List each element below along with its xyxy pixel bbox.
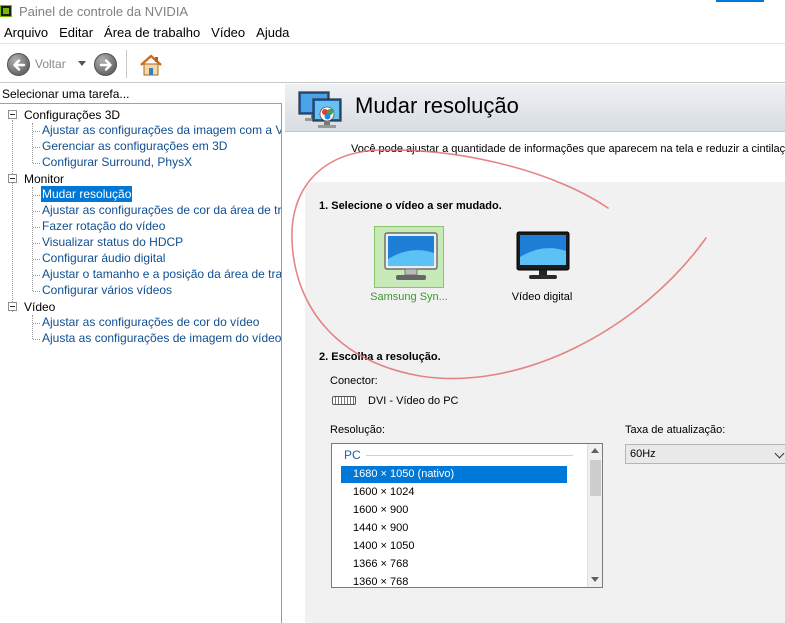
menu-arquivo[interactable]: Arquivo [0, 22, 55, 42]
scroll-down-icon[interactable] [591, 577, 599, 582]
menu-ajuda[interactable]: Ajuda [252, 22, 296, 42]
content-pane: Mudar resolução Você pode ajustar a quan… [285, 84, 785, 623]
scroll-thumb[interactable] [590, 460, 601, 496]
dvi-connector-icon [332, 396, 356, 405]
task-pane-header: Selecionar uma tarefa... [0, 84, 282, 104]
tree-guide [33, 227, 40, 228]
tree-guide [32, 123, 33, 163]
task-adjust-image-preview[interactable]: Ajustar as configurações da imagem com a… [41, 122, 281, 138]
tree-guide [33, 163, 40, 164]
page-title: Mudar resolução [355, 93, 519, 118]
task-pane: Selecionar uma tarefa... Configurações 3… [0, 84, 282, 623]
task-manage-3d-settings[interactable]: Gerenciar as configurações em 3D [41, 138, 228, 154]
tree-guide [33, 211, 40, 212]
tree-guide [33, 259, 40, 260]
window-title: Painel de controle da NVIDIA [19, 4, 189, 19]
collapse-icon[interactable] [8, 302, 17, 311]
resolution-option[interactable]: 1680 × 1050 (nativo) [341, 466, 567, 483]
menu-area-de-trabalho[interactable]: Área de trabalho [100, 22, 207, 42]
task-configure-multiple-displays[interactable]: Configurar vários vídeos [41, 282, 173, 298]
tree-guide [33, 131, 40, 132]
back-button[interactable] [7, 53, 30, 76]
page-description: Você pode ajustar a quantidade de inform… [351, 143, 785, 155]
display-label-samsung: Samsung Syn... [370, 291, 448, 303]
toolbar: Voltar [0, 43, 785, 83]
back-label: Voltar [35, 57, 66, 71]
home-icon[interactable] [138, 52, 164, 78]
resolution-option[interactable]: 1600 × 900 [341, 502, 567, 519]
resolution-list[interactable]: PC 1680 × 1050 (nativo) 1600 × 1024 1600… [331, 443, 603, 588]
resolution-group-pc: PC [344, 448, 361, 462]
tree-guide [33, 275, 40, 276]
window-control-accent [716, 0, 764, 2]
tree-guide [33, 323, 40, 324]
menu-video[interactable]: Vídeo [207, 22, 252, 42]
resolution-option[interactable]: 1440 × 900 [341, 520, 567, 537]
monitor-icon [384, 232, 438, 280]
resolution-option[interactable]: 1600 × 1024 [341, 484, 567, 501]
tree-guide [33, 291, 40, 292]
resolution-option[interactable]: 1360 × 768 [341, 574, 567, 587]
display-option-digital[interactable] [507, 226, 577, 288]
connector-value: DVI - Vídeo do PC [368, 395, 459, 407]
tree-guide [33, 243, 40, 244]
toolbar-separator [126, 50, 127, 78]
task-view-hdcp-status[interactable]: Visualizar status do HDCP [41, 234, 184, 250]
display-option-samsung[interactable] [374, 226, 444, 288]
display-settings-icon [298, 91, 342, 128]
task-adjust-video-image[interactable]: Ajusta as configurações de imagem do víd… [41, 330, 281, 346]
task-configure-digital-audio[interactable]: Configurar áudio digital [41, 250, 166, 266]
collapse-icon[interactable] [8, 110, 17, 119]
title-bar: Painel de controle da NVIDIA [0, 0, 785, 22]
monitor-icon [516, 231, 570, 279]
task-configure-surround-physx[interactable]: Configurar Surround, PhysX [41, 154, 193, 170]
menu-editar[interactable]: Editar [55, 22, 100, 42]
collapse-icon[interactable] [8, 174, 17, 183]
nvidia-app-icon [0, 5, 12, 17]
refresh-rate-label: Taxa de atualização: [625, 424, 726, 436]
task-tree: Configurações 3D Ajustar as configuraçõe… [0, 106, 281, 623]
arrow-right-icon [99, 58, 112, 71]
tree-guide [33, 339, 40, 340]
tree-guide [33, 147, 40, 148]
group-divider [366, 455, 573, 456]
resolution-option[interactable]: 1400 × 1050 [341, 538, 567, 555]
tree-guide [32, 315, 33, 339]
task-adjust-video-color[interactable]: Ajustar as configurações de cor do vídeo [41, 314, 260, 330]
resolution-scrollbar[interactable] [587, 444, 602, 587]
connector-label: Conector: [330, 375, 378, 387]
arrow-left-icon [12, 58, 25, 71]
task-adjust-desktop-size-position[interactable]: Ajustar o tamanho e a posição da área de… [41, 266, 281, 282]
task-change-resolution[interactable]: Mudar resolução [41, 186, 133, 202]
step2-title: 2. Escolha a resolução. [319, 351, 441, 363]
tree-guide [12, 120, 13, 312]
scroll-up-icon[interactable] [591, 448, 599, 453]
page-header: Mudar resolução [285, 84, 785, 132]
resolution-label: Resolução: [330, 424, 386, 436]
menu-bar: Arquivo Editar Área de trabalho Vídeo Aj… [0, 22, 785, 42]
history-dropdown-icon[interactable] [78, 61, 86, 66]
tree-guide [33, 195, 40, 196]
display-label-digital: Vídeo digital [511, 291, 573, 303]
forward-button[interactable] [94, 53, 117, 76]
resolution-option[interactable]: 1366 × 768 [341, 556, 567, 573]
step1-title: 1. Selecione o vídeo a ser mudado. [319, 200, 502, 212]
task-rotate-display[interactable]: Fazer rotação do vídeo [41, 218, 166, 234]
refresh-rate-select[interactable]: 60Hz [625, 444, 785, 464]
task-adjust-desktop-color[interactable]: Ajustar as configurações de cor da área … [41, 202, 281, 218]
